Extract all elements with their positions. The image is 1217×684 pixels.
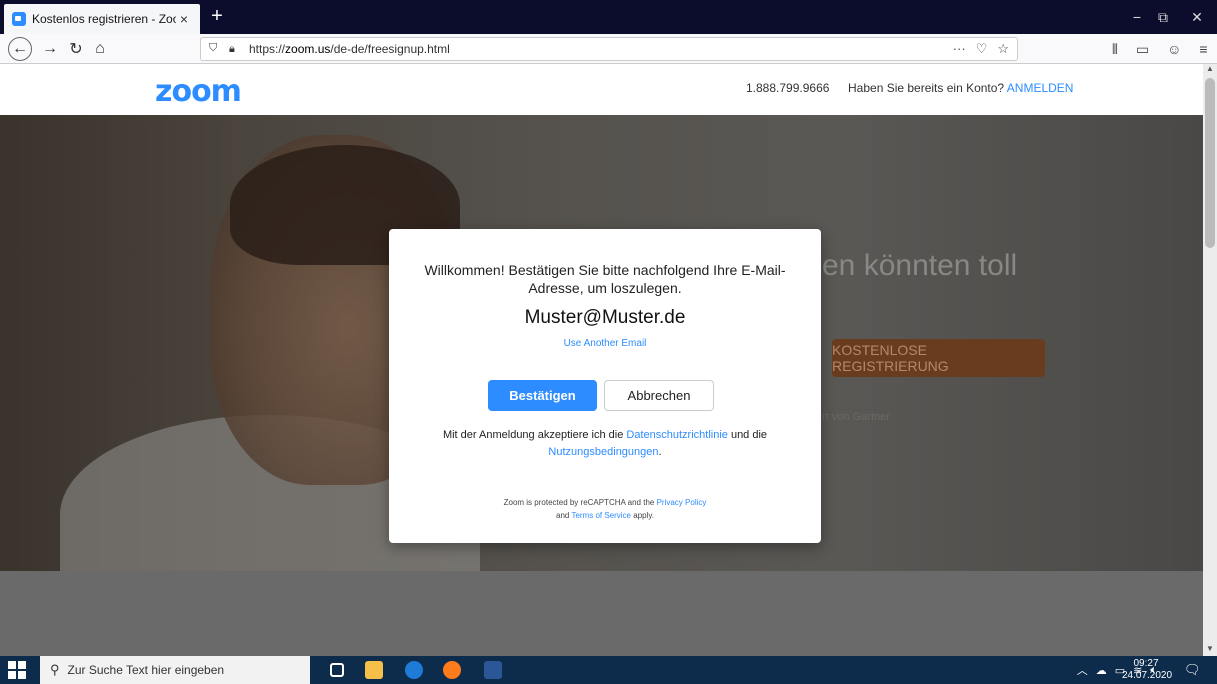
phone-number[interactable]: 1.888.799.9666 xyxy=(746,81,829,95)
tray-chevron-icon[interactable]: ︿ xyxy=(1077,662,1088,678)
file-explorer-icon[interactable] xyxy=(365,661,383,679)
dialog-email: Muster@Muster.de xyxy=(524,307,686,328)
new-tab-button[interactable]: + xyxy=(204,6,230,28)
tab-zoom-signup[interactable]: Kostenlos registrieren - Zoom × xyxy=(4,4,200,34)
windows-taskbar: ⚲ Zur Suche Text hier eingeben ︿ ☁ ▭ ≋ 🔈… xyxy=(0,656,1217,684)
page-actions-icon[interactable]: ··· xyxy=(953,41,966,57)
browser-nav-bar: ← → ↻ ⌂ ⛉ 🔒︎ https://zoom.us/de-de/frees… xyxy=(0,34,1217,64)
signin-link[interactable]: ANMELDEN xyxy=(1007,81,1074,95)
scroll-down-icon[interactable]: ▼ xyxy=(1203,644,1217,656)
home-icon[interactable]: ⌂ xyxy=(88,37,112,61)
close-window-button[interactable]: ✕ xyxy=(1177,0,1217,34)
onedrive-cloud-icon[interactable]: ☁ xyxy=(1096,664,1107,677)
search-icon: ⚲ xyxy=(50,662,60,677)
recaptcha-notice: Zoom is protected by reCAPTCHA and the P… xyxy=(503,498,707,520)
word-icon[interactable] xyxy=(484,661,502,679)
hero-title: en könnten toll xyxy=(822,249,1018,282)
forward-arrow-icon[interactable]: → xyxy=(38,37,62,61)
bookmark-star-icon[interactable]: ☆ xyxy=(997,41,1009,57)
zoom-favicon-icon xyxy=(12,12,26,26)
page-footer-band xyxy=(0,571,1203,656)
recaptcha-terms-link[interactable]: Terms of Service xyxy=(571,511,631,520)
zoom-logo[interactable]: zoom xyxy=(155,74,242,109)
account-prompt: Haben Sie bereits ein Konto? ANMELDEN xyxy=(848,81,1074,95)
taskbar-clock[interactable]: 09:27 24.07.2020 xyxy=(1122,658,1172,682)
task-view-icon[interactable] xyxy=(330,663,344,677)
privacy-policy-link[interactable]: Datenschutzrichtlinie xyxy=(626,429,728,441)
sidebar-icon[interactable]: ▭ xyxy=(1136,41,1149,58)
use-another-email-link[interactable]: Use Another Email xyxy=(389,338,821,349)
windows-start-icon[interactable] xyxy=(8,661,26,679)
taskbar-search-input[interactable]: ⚲ Zur Suche Text hier eingeben xyxy=(40,656,310,684)
terms-text: Mit der Anmeldung akzeptiere ich die Dat… xyxy=(442,429,768,458)
back-arrow-icon[interactable]: ← xyxy=(8,37,32,61)
notification-center-icon[interactable]: 🗨︎ xyxy=(1184,662,1201,678)
firefox-icon[interactable] xyxy=(443,661,461,679)
confirm-email-dialog: Willkommen! Bestätigen Sie bitte nachfol… xyxy=(389,229,821,543)
page-scrollbar[interactable]: ▲ ▼ xyxy=(1203,64,1217,656)
url-text: https://zoom.us/de-de/freesignup.html xyxy=(249,42,450,56)
pocket-icon[interactable]: ♡ xyxy=(976,41,988,57)
dialog-message: Willkommen! Bestätigen Sie bitte nachfol… xyxy=(424,262,786,296)
gartner-note: rt von Gartner xyxy=(822,411,890,423)
library-icon[interactable]: ⫴ xyxy=(1112,41,1118,58)
cancel-button[interactable]: Abbrechen xyxy=(604,380,714,411)
browser-tab-bar: Kostenlos registrieren - Zoom × + − ⧉ ✕ xyxy=(0,0,1217,34)
terms-link[interactable]: Nutzungsbedingungen xyxy=(548,446,658,458)
tab-title: Kostenlos registrieren - Zoom xyxy=(32,12,176,26)
scroll-thumb[interactable] xyxy=(1205,78,1215,248)
reload-icon[interactable]: ↻ xyxy=(64,37,88,61)
tracking-shield-icon[interactable]: ⛉ xyxy=(209,42,223,56)
free-signup-button[interactable]: KOSTENLOSE REGISTRIERUNG xyxy=(832,339,1045,377)
menu-icon[interactable]: ≡ xyxy=(1199,41,1207,57)
lock-icon[interactable]: 🔒︎ xyxy=(229,43,243,56)
edge-browser-icon[interactable] xyxy=(405,661,423,679)
confirm-button[interactable]: Bestätigen xyxy=(488,380,597,411)
page-viewport: zoom 1.888.799.9666 Haben Sie bereits ei… xyxy=(0,64,1203,656)
tab-close-icon[interactable]: × xyxy=(176,11,192,27)
account-icon[interactable]: ☺ xyxy=(1167,41,1181,57)
scroll-up-icon[interactable]: ▲ xyxy=(1203,64,1217,76)
address-bar[interactable]: ⛉ 🔒︎ https://zoom.us/de-de/freesignup.ht… xyxy=(200,37,1018,61)
recaptcha-privacy-link[interactable]: Privacy Policy xyxy=(657,498,707,507)
site-header: zoom 1.888.799.9666 Haben Sie bereits ei… xyxy=(0,64,1203,115)
